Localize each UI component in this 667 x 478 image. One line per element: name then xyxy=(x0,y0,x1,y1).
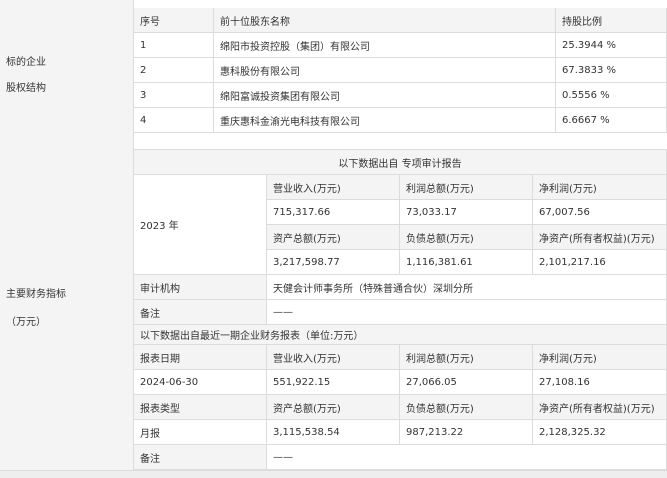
recent-profit-value: 27,066.05 xyxy=(400,370,533,395)
table-row-ratio: 0.5556 % xyxy=(556,83,667,108)
recent-header-net-profit: 净利润(万元) xyxy=(533,345,667,370)
audit-liabilities-value: 1,116,381.61 xyxy=(400,250,533,275)
audit-org-value: 天健会计师事务所（特殊普通合伙）深圳分所 xyxy=(267,275,667,300)
disclosure-table: 标的企业 股权结构 序号 前十位股东名称 持股比例 1 绵阳市投资控股（集团）有… xyxy=(0,0,667,478)
report-date-value: 2024-06-30 xyxy=(134,370,267,395)
table-row-name: 绵阳市投资控股（集团）有限公司 xyxy=(214,33,556,58)
header-net-profit: 净利润(万元) xyxy=(533,175,667,200)
header-assets: 资产总额(万元) xyxy=(267,225,400,250)
audit-remark-value: —— xyxy=(267,300,667,325)
recent-remark-label: 备注 xyxy=(134,445,267,470)
audit-net-assets-value: 2,101,217.16 xyxy=(533,250,667,275)
recent-header-revenue: 营业收入(万元) xyxy=(267,345,400,370)
audit-net-profit-value: 67,007.56 xyxy=(533,200,667,225)
table-row-name: 惠科股份有限公司 xyxy=(214,58,556,83)
shareholding-label-cell: 标的企业 股权结构 xyxy=(0,0,134,151)
table-row-no: 2 xyxy=(134,58,214,83)
audit-section-title: 以下数据出自 专项审计报告 xyxy=(134,150,667,175)
recent-net-profit-value: 27,108.16 xyxy=(533,370,667,395)
report-type-label: 报表类型 xyxy=(134,395,267,420)
table-row-name: 重庆惠科金渝光电科技有限公司 xyxy=(214,108,556,133)
table-row-no: 3 xyxy=(134,83,214,108)
recent-section-title: 以下数据出自最近一期企业财务报表（单位:万元） xyxy=(134,325,667,345)
header-profit: 利润总额(万元) xyxy=(400,175,533,200)
table-row-no: 1 xyxy=(134,33,214,58)
audit-year: 2023 年 xyxy=(134,175,267,275)
recent-assets-value: 3,115,538.54 xyxy=(267,420,400,445)
table-row-ratio: 25.3944 % xyxy=(556,33,667,58)
audit-profit-value: 73,033.17 xyxy=(400,200,533,225)
header-no: 序号 xyxy=(134,8,214,33)
audit-remark-label: 备注 xyxy=(134,300,267,325)
shareholding-label-line1: 标的企业 xyxy=(6,57,46,68)
audit-revenue-value: 715,317.66 xyxy=(267,200,400,225)
shareholding-label-line2: 股权结构 xyxy=(6,83,46,94)
shareholding-spacer xyxy=(134,133,667,150)
table-row-name: 绵阳富诚投资集团有限公司 xyxy=(214,83,556,108)
recent-header-profit: 利润总额(万元) xyxy=(400,345,533,370)
recent-header-assets: 资产总额(万元) xyxy=(267,395,400,420)
table-row-no: 4 xyxy=(134,108,214,133)
recent-net-assets-value: 2,128,325.32 xyxy=(533,420,667,445)
header-ratio: 持股比例 xyxy=(556,8,667,33)
table-row-ratio: 67.3833 % xyxy=(556,58,667,83)
recent-header-liabilities: 负债总额(万元) xyxy=(400,395,533,420)
report-type-value: 月报 xyxy=(134,420,267,445)
recent-header-net-assets: 净资产(所有者权益)(万元) xyxy=(533,395,667,420)
report-date-label: 报表日期 xyxy=(134,345,267,370)
header-liabilities: 负债总额(万元) xyxy=(400,225,533,250)
audit-assets-value: 3,217,598.77 xyxy=(267,250,400,275)
financial-label-line2: （万元） xyxy=(6,317,46,328)
financial-label-cell: 主要财务指标 （万元） xyxy=(0,150,134,471)
header-name: 前十位股东名称 xyxy=(214,8,556,33)
recent-remark-value: —— xyxy=(267,445,667,470)
header-net-assets: 净资产(所有者权益)(万元) xyxy=(533,225,667,250)
audit-org-label: 审计机构 xyxy=(134,275,267,300)
table-row-ratio: 6.6667 % xyxy=(556,108,667,133)
recent-liabilities-value: 987,213.22 xyxy=(400,420,533,445)
financial-label-line1: 主要财务指标 xyxy=(6,289,66,300)
header-revenue: 营业收入(万元) xyxy=(267,175,400,200)
recent-revenue-value: 551,922.15 xyxy=(267,370,400,395)
